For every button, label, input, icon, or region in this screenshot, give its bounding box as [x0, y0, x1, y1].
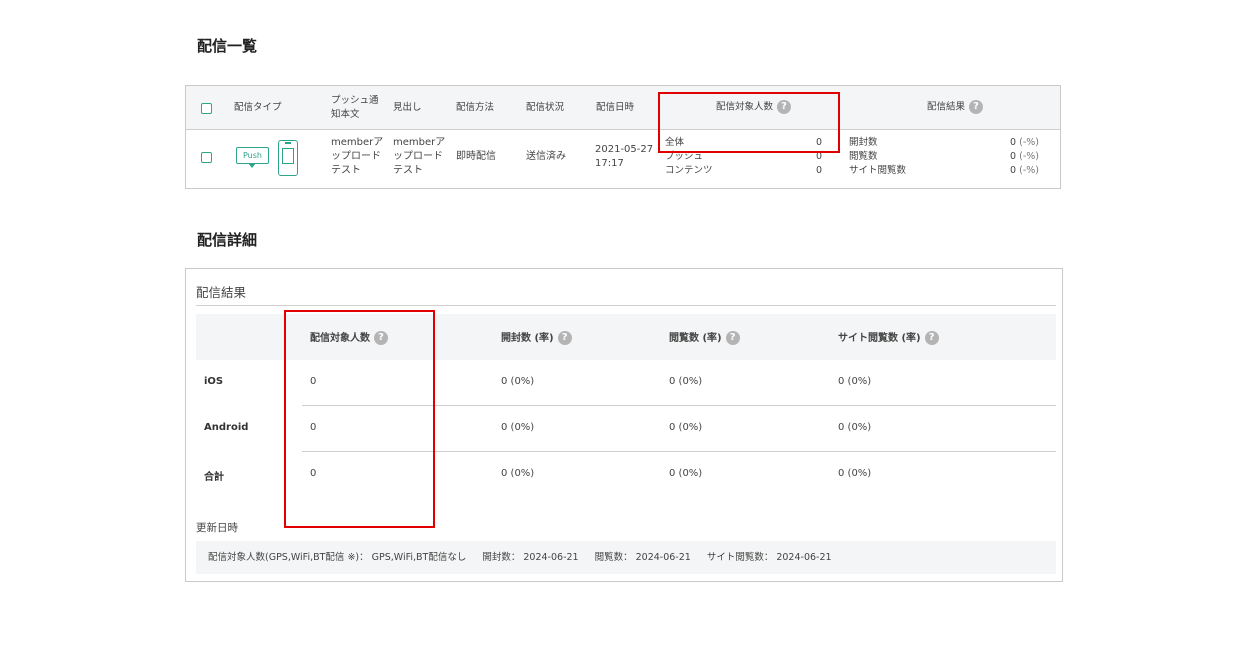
updated-view: 閲覧数： 2024-06-21: [594, 552, 691, 563]
column-label: 閲覧数 (率): [669, 333, 722, 344]
column-label: サイト閲覧数 (率): [838, 333, 921, 344]
site-view-value: 0 (0%): [838, 468, 872, 479]
row-checkbox[interactable]: [201, 152, 212, 163]
phone-content-icon: [278, 140, 298, 176]
target-label: コンテンツ: [665, 165, 713, 176]
row-label: 合計: [204, 472, 224, 483]
result-rate: (-%): [1019, 137, 1039, 148]
header-body: プッシュ通 知本文: [331, 94, 386, 122]
view-value: 0 (0%): [669, 422, 703, 433]
header-method: 配信方法: [456, 102, 495, 113]
row-date: 2021-05-27: [595, 144, 654, 155]
push-badge-tail: [248, 163, 256, 168]
view-value: 0 (0%): [669, 468, 703, 479]
row-heading-line: ップロード: [393, 151, 443, 162]
updated-open: 開封数： 2024-06-21: [482, 552, 579, 563]
highlight-box-list: [658, 92, 840, 153]
row-heading: memberア ップロード テスト: [393, 136, 445, 178]
result-value: 0 (-%): [1010, 136, 1039, 151]
row-body: memberア ップロード テスト: [331, 136, 383, 178]
column-view-rate: 閲覧数 (率)?: [669, 329, 740, 345]
result-label: 閲覧数: [849, 151, 878, 162]
header-body-line1: プッシュ通: [331, 95, 379, 106]
row-body-line: テスト: [331, 165, 361, 176]
row-time: 17:17: [595, 158, 624, 169]
column-label: 開封数 (率): [501, 333, 554, 344]
open-value: 0 (0%): [501, 422, 535, 433]
phone-screen: [282, 148, 294, 164]
divider: [196, 305, 1056, 306]
result-value: 0 (-%): [1010, 164, 1039, 179]
header-body-line2: 知本文: [331, 109, 360, 120]
header-result: 配信結果?: [927, 100, 984, 115]
select-all-checkbox[interactable]: [201, 103, 212, 114]
detail-section-title: 配信詳細: [197, 231, 258, 249]
list-table-header: 配信タイプ プッシュ通 知本文 見出し 配信方法 配信状況 配信日時 配信対象人…: [186, 86, 1060, 130]
row-datetime: 2021-05-27 17:17: [595, 143, 653, 171]
row-result-stats: 開封数 0 (-%) 閲覧数 0 (-%) サイト閲覧数 0 (-%): [849, 136, 1039, 180]
header-result-label: 配信結果: [927, 101, 966, 113]
row-label: Android: [204, 422, 249, 433]
column-open-rate: 開封数 (率)?: [501, 329, 572, 345]
view-value: 0 (0%): [669, 376, 703, 387]
row-body-line: memberア: [331, 137, 384, 148]
highlight-box-detail: [284, 310, 435, 528]
target-value: 0: [815, 165, 822, 176]
result-rate: (-%): [1019, 165, 1039, 176]
table-row[interactable]: Push memberア ップロード テスト memberア ップロード テスト…: [186, 130, 1060, 188]
help-icon[interactable]: ?: [725, 331, 740, 345]
help-icon[interactable]: ?: [969, 100, 984, 114]
updated-label: 更新日時: [196, 522, 238, 534]
list-section-title: 配信一覧: [197, 37, 258, 55]
open-value: 0 (0%): [501, 468, 535, 479]
row-label: iOS: [204, 376, 224, 387]
updated-target: 配信対象人数(GPS,WiFi,BT配信 ※)： GPS,WiFi,BT配信なし: [208, 552, 467, 563]
header-status: 配信状況: [526, 102, 565, 113]
site-view-value: 0 (0%): [838, 422, 872, 433]
result-count: 0: [1010, 165, 1017, 176]
header-heading: 見出し: [393, 102, 422, 113]
row-heading-line: memberア: [393, 137, 446, 148]
result-value: 0 (-%): [1010, 150, 1039, 165]
push-badge-icon: Push: [236, 147, 269, 164]
help-icon[interactable]: ?: [557, 331, 572, 345]
result-count: 0: [1010, 151, 1017, 162]
help-icon[interactable]: ?: [924, 331, 939, 345]
row-heading-line: テスト: [393, 165, 423, 176]
result-label: サイト閲覧数: [849, 165, 907, 176]
phone-speaker: [285, 142, 291, 144]
delivery-list-table: 配信タイプ プッシュ通 知本文 見出し 配信方法 配信状況 配信日時 配信対象人…: [185, 85, 1061, 189]
result-rate: (-%): [1019, 151, 1039, 162]
column-site-view-rate: サイト閲覧数 (率)?: [838, 329, 939, 345]
result-label: 開封数: [849, 137, 878, 148]
header-type: 配信タイプ: [234, 102, 282, 113]
open-value: 0 (0%): [501, 376, 535, 387]
detail-subtitle: 配信結果: [196, 285, 247, 300]
site-view-value: 0 (0%): [838, 376, 872, 387]
row-status: 送信済み: [526, 151, 566, 162]
header-datetime: 配信日時: [596, 102, 635, 113]
row-body-line: ップロード: [331, 151, 381, 162]
result-count: 0: [1010, 137, 1017, 148]
updated-site-view: サイト閲覧数： 2024-06-21: [706, 552, 832, 563]
updated-info-bar: 配信対象人数(GPS,WiFi,BT配信 ※)： GPS,WiFi,BT配信なし…: [196, 541, 1056, 574]
row-method: 即時配信: [456, 151, 496, 162]
